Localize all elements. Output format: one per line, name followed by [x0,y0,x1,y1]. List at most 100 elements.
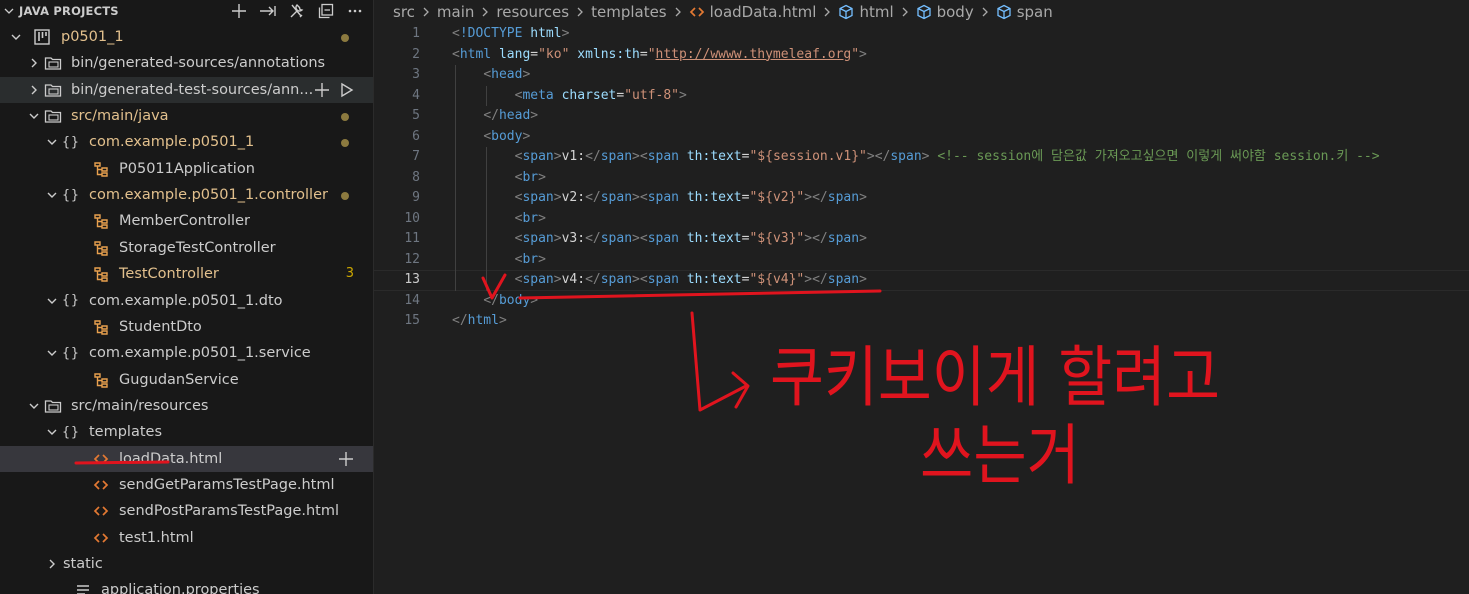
add-icon[interactable] [312,80,332,100]
code-line[interactable]: 13 <span>v4:</span><span th:text="${v4}"… [374,270,1469,291]
tree-item[interactable]: StudentDto [0,314,373,340]
collapse-all-icon[interactable] [316,1,336,21]
tree-item[interactable]: {} com.example.p0501_1.service [0,340,373,366]
tree-item-label: StudentDto [119,318,202,335]
tree-item[interactable]: src/main/resources [0,393,373,419]
breadcrumb-item[interactable]: loadData.html [689,3,816,21]
more-icon[interactable] [345,1,365,21]
breadcrumb-item[interactable]: body [916,3,974,21]
element-icon [838,4,854,20]
code-token: </ [585,272,601,287]
chevron-down-icon[interactable] [9,30,23,44]
breadcrumb-item[interactable]: main [437,3,474,21]
tree-item[interactable]: P05011Application [0,156,373,182]
code-line[interactable]: 2 <html lang="ko" xmlns:th="http://wwww.t… [374,45,1469,66]
tree-item[interactable]: GugudanService [0,367,373,393]
code-line[interactable]: 4 <meta charset="utf-8"> [374,86,1469,107]
tree-item-label: com.example.p0501_1.controller [89,187,328,204]
chevron-right-icon[interactable] [27,56,41,70]
code-line[interactable]: 8 <br> [374,168,1469,189]
code-line[interactable]: 9 <span>v2:</span><span th:text="${v2}">… [374,188,1469,209]
code-token: > [921,149,930,164]
chevron-down-icon[interactable] [45,188,59,202]
chevron-down-icon[interactable] [27,109,41,123]
export-icon[interactable] [258,1,278,21]
code-line[interactable]: 10 <br> [374,209,1469,230]
tree-item[interactable]: TestController 3 [0,261,373,287]
chevron-down-icon[interactable] [45,346,59,360]
code-token: > [553,272,562,287]
class-icon [92,212,110,230]
tree-item-label: StorageTestController [119,239,276,256]
tree-item[interactable]: test1.html [0,525,373,551]
tree-item[interactable]: {} com.example.p0501_1.dto [0,288,373,314]
folder-icon [44,397,62,415]
explorer-sidebar: JAVA PROJECTS p0501_1 bin/generated-sourc… [0,0,374,594]
code-token: span [522,149,554,164]
tree-item[interactable]: {} templates [0,419,373,445]
add-icon[interactable] [229,1,249,21]
tree-item[interactable]: {} com.example.p0501_1.controller [0,182,373,208]
tree-item[interactable]: loadData.html [0,445,373,472]
tree-item[interactable]: src/main/java [0,103,373,129]
breadcrumb-item[interactable]: src [393,3,415,21]
code-token: !DOCTYPE [459,26,523,41]
indent-guide [455,65,456,291]
breadcrumb-item[interactable]: resources [496,3,569,21]
code-line[interactable]: 3 <head> [374,65,1469,86]
code-line[interactable]: 14 </body> [374,291,1469,312]
tree-item[interactable]: p0501_1 [0,24,373,50]
tree-item[interactable]: bin/generated-test-sources/ann... [0,76,373,103]
chevron-right-icon[interactable] [45,557,59,571]
breadcrumb-label: resources [496,3,570,21]
add-icon[interactable] [336,449,356,469]
code-line[interactable]: 12 <br> [374,250,1469,271]
class-icon [92,371,110,389]
tree-item[interactable]: sendPostParamsTestPage.html [0,498,373,524]
chevron-down-icon[interactable] [27,399,41,413]
run-icon[interactable] [337,80,357,100]
code-line[interactable]: 6 <body> [374,127,1469,148]
tree-item-label: com.example.p0501_1.service [89,345,311,362]
tree-item[interactable]: bin/generated-sources/annotations [0,50,373,76]
chevron-down-icon[interactable] [45,425,59,439]
tree-item[interactable]: sendGetParamsTestPage.html [0,472,373,498]
code-token: html [459,46,492,62]
breadcrumb-item[interactable]: html [838,3,894,21]
tree-item[interactable]: application.properties [0,577,373,594]
chevron-right-icon [577,7,584,17]
breadcrumb-item[interactable]: span [996,3,1053,21]
tree-item-label: sendGetParamsTestPage.html [119,476,335,493]
code-line[interactable]: 15 </html> [374,311,1469,332]
code-line[interactable]: 5 </head> [374,106,1469,127]
chevron-down-icon[interactable] [45,135,59,149]
line-number: 1 [412,26,420,41]
tree-item[interactable]: static [0,551,373,577]
tree-item-label: sendPostParamsTestPage.html [119,503,340,520]
code-line[interactable]: 11 <span>v3:</span><span th:text="${v3}"… [374,229,1469,250]
code-line[interactable]: 7 <span>v1:</span><span th:text="${sessi… [374,147,1469,168]
code-token: "${v4}" [749,272,805,287]
modified-status-dot [341,34,349,42]
tools-icon[interactable] [287,1,307,21]
tree-item[interactable]: StorageTestController [0,235,373,261]
breadcrumb-item[interactable]: templates [591,3,667,21]
html-file-icon [92,476,110,494]
code-token: < [639,149,648,164]
line-content: <!DOCTYPE html> [452,24,569,45]
code-token: lang [498,46,531,62]
chevron-down-icon[interactable] [4,6,14,16]
editor-pane: src main resources templates loadData.html ht… [374,0,1469,594]
code-token: "ko" [538,46,570,62]
chevron-right-icon[interactable] [27,83,41,97]
tree-item[interactable]: {} com.example.p0501_1 [0,129,373,155]
java-projects-header[interactable]: JAVA PROJECTS [0,0,373,22]
chevron-down-icon[interactable] [45,294,59,308]
tree-item[interactable]: MemberController [0,208,373,234]
modified-status-dot [341,139,349,148]
code-line[interactable]: 1 <!DOCTYPE html> [374,24,1469,45]
